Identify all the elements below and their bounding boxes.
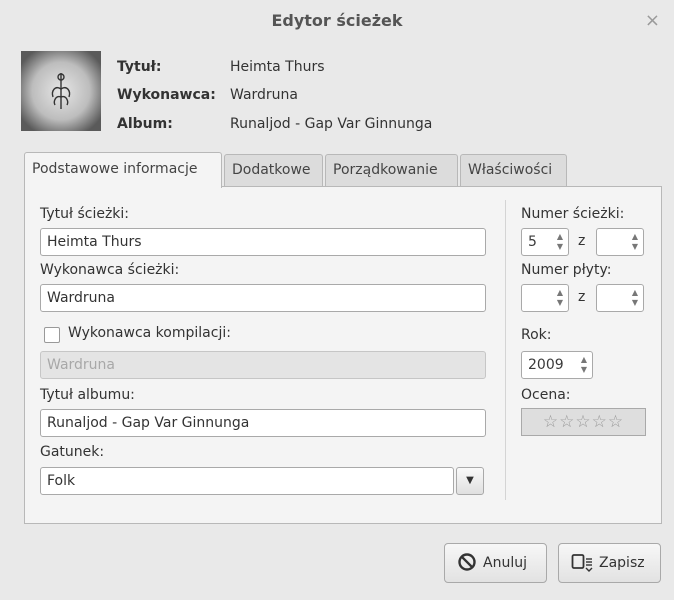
column-divider: [505, 200, 506, 500]
spin-arrows-icon[interactable]: ▲ ▼: [630, 288, 640, 308]
track-title-label: Tytuł ścieżki:: [40, 206, 130, 222]
year-value: 2009: [528, 357, 564, 373]
genre-label: Gatunek:: [40, 444, 105, 460]
track-artist-label: Wykonawca ścieżki:: [40, 262, 180, 278]
tab-basic-info[interactable]: Podstawowe informacje: [24, 152, 222, 188]
compilation-artist-input: Wardruna: [40, 351, 486, 379]
track-of-label: z: [578, 233, 586, 249]
album-title-label: Tytuł albumu:: [40, 387, 135, 403]
album-title-input[interactable]: Runaljod - Gap Var Ginnunga: [40, 409, 486, 437]
cancel-button-label: Anuluj: [483, 555, 527, 571]
spin-arrows-icon[interactable]: ▲ ▼: [555, 232, 565, 252]
window-title: Edytor ścieżek: [271, 11, 403, 30]
meta-title-label: Tytuł:: [117, 59, 162, 75]
track-number-spin[interactable]: 5 ▲ ▼: [521, 228, 569, 256]
meta-album-value: Runaljod - Gap Var Ginnunga: [230, 116, 433, 132]
tab-additional[interactable]: Dodatkowe: [224, 154, 323, 187]
disc-of-label: z: [578, 289, 586, 305]
cancel-icon: [458, 553, 476, 571]
meta-artist-value: Wardruna: [230, 87, 299, 103]
track-total-spin[interactable]: ▲ ▼: [596, 228, 644, 256]
track-artist-input[interactable]: Wardruna: [40, 284, 486, 312]
spin-arrows-icon[interactable]: ▲ ▼: [630, 232, 640, 252]
disc-number-label: Numer płyty:: [521, 262, 612, 278]
tab-properties[interactable]: Właściwości: [460, 154, 567, 187]
track-number-label: Numer ścieżki:: [521, 206, 625, 222]
meta-title-value: Heimta Thurs: [230, 59, 325, 75]
save-button[interactable]: Zapisz: [558, 543, 661, 583]
meta-artist-label: Wykonawca:: [117, 87, 216, 103]
year-spin[interactable]: 2009 ▲ ▼: [521, 351, 593, 379]
chevron-down-icon[interactable]: ▼: [456, 467, 484, 495]
track-title-input[interactable]: Heimta Thurs: [40, 228, 486, 256]
meta-album-label: Album:: [117, 116, 173, 132]
cancel-button[interactable]: Anuluj: [444, 543, 547, 583]
rating-stars[interactable]: ☆☆☆☆☆: [521, 408, 646, 436]
disc-total-spin[interactable]: ▲ ▼: [596, 284, 644, 312]
close-icon[interactable]: ×: [645, 10, 660, 31]
tab-sorting[interactable]: Porządkowanie: [325, 154, 458, 187]
disc-number-spin[interactable]: ▲ ▼: [521, 284, 569, 312]
spin-arrows-icon[interactable]: ▲ ▼: [579, 355, 589, 375]
year-label: Rok:: [521, 327, 552, 343]
track-editor-window: Edytor ścieżek × Tytuł: Heimta Thurs Wyk…: [0, 0, 674, 600]
spin-arrows-icon[interactable]: ▲ ▼: [555, 288, 565, 308]
save-icon: [571, 554, 593, 572]
compilation-checkbox[interactable]: [44, 327, 60, 343]
album-art: [21, 51, 101, 131]
rating-label: Ocena:: [521, 387, 571, 403]
save-button-label: Zapisz: [599, 555, 645, 571]
title-bar: Edytor ścieżek ×: [0, 0, 674, 44]
compilation-label: Wykonawca kompilacji:: [68, 325, 231, 341]
track-number-value: 5: [528, 234, 537, 250]
genre-combo-input[interactable]: Folk: [40, 467, 454, 495]
